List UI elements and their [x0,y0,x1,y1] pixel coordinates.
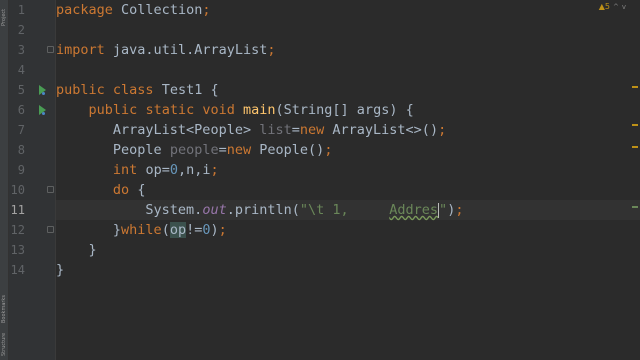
bookmarks-tool-tab[interactable]: Bookmarks [0,290,8,328]
line-number: 6 [17,103,25,117]
code-line-9: int op=0,n,i; [112,162,219,178]
chevron-down-icon[interactable]: v [622,3,626,11]
inspection-widget[interactable]: ▲5 ^ v [599,2,626,11]
line-number: 5 [17,83,25,97]
line-number: 3 [17,43,25,57]
fold-marker-icon[interactable] [47,186,54,193]
typo-stripe[interactable] [632,206,638,208]
warning-count: 5 [604,2,610,11]
line-number: 13 [10,243,25,257]
line-number: 9 [17,163,25,177]
warning-stripe[interactable] [632,146,638,148]
chevron-up-icon[interactable]: ^ [613,3,619,11]
line-number: 2 [17,23,25,37]
code-line-12: }while(op!=0); [112,222,227,238]
fold-marker-icon[interactable] [47,226,54,233]
code-editor[interactable]: package Collection; import java.util.Arr… [56,0,640,360]
code-line-10: do { [112,182,146,198]
misspelled-word: Addres [389,202,439,218]
line-number: 7 [17,123,25,137]
structure-tool-tab[interactable]: Structure [0,330,8,358]
editor-scrollbar[interactable] [630,0,640,360]
code-line-11: System.out.println("\t 1, Addres"); [56,200,640,220]
code-line-5: public class Test1 { [56,82,219,98]
line-number: 11 [10,203,25,217]
code-line-1: package Collection; [56,2,211,18]
line-number: 12 [10,223,25,237]
line-number: 10 [10,183,25,197]
code-line-14: } [56,262,65,278]
code-line-6: public static void main(String[] args) { [88,102,414,118]
line-number: 1 [17,3,25,17]
project-tool-tab[interactable]: Project [0,4,8,30]
highlighted-variable: op [169,222,187,238]
run-class-icon[interactable] [39,85,46,95]
code-line-3: import java.util.ArrayList; [56,42,276,58]
line-number-gutter: 1 2 3 4 5 6 7 8 9 10 11 12 13 14 [9,0,55,360]
line-number: 4 [17,63,25,77]
line-number: 8 [17,143,25,157]
fold-marker-icon[interactable] [47,46,54,53]
run-main-icon[interactable] [39,105,46,115]
code-line-7: ArrayList<People> list=new ArrayList<>()… [112,122,447,138]
warning-stripe[interactable] [632,86,638,88]
code-line-13: } [88,242,97,258]
tool-window-strip: Project Bookmarks Structure [0,0,9,360]
line-number: 14 [10,263,25,277]
warning-stripe[interactable] [632,124,638,126]
code-line-8: People people=new People(); [112,142,333,158]
